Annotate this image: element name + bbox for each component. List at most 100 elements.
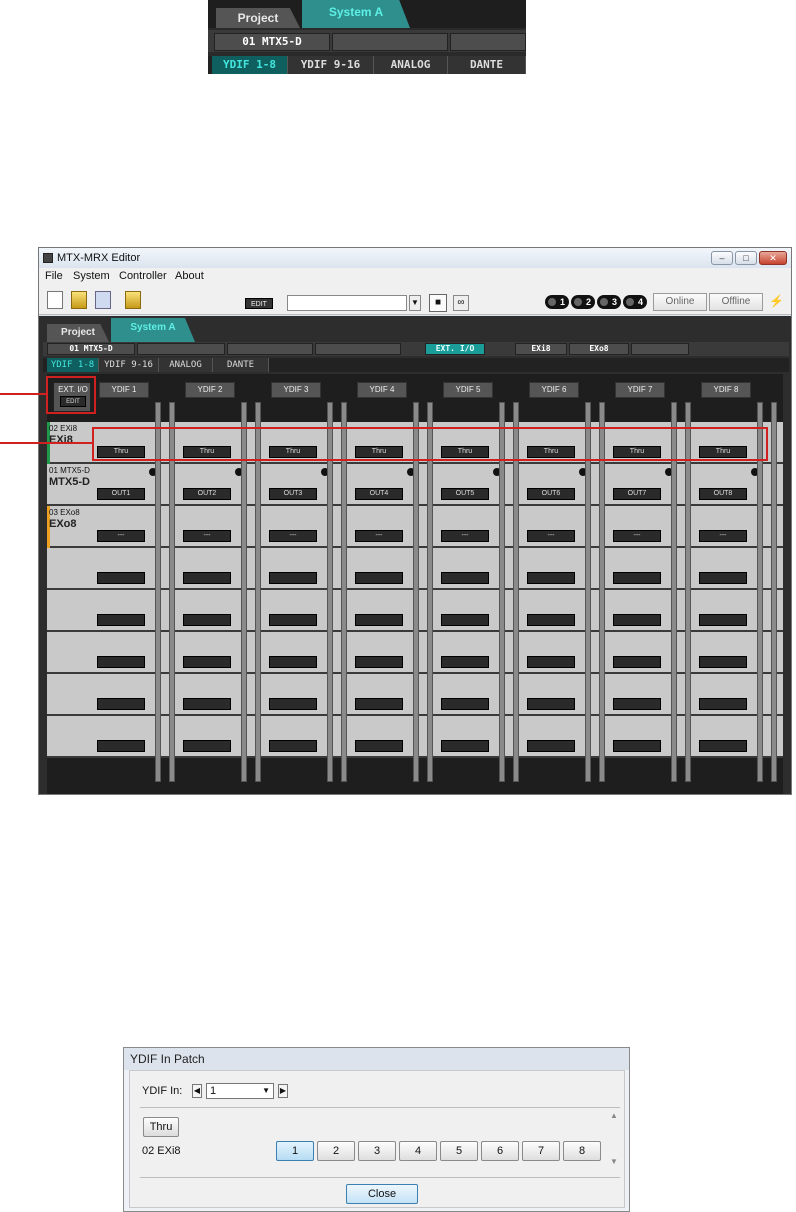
patch-button[interactable] — [97, 698, 145, 710]
device-tab-exi8[interactable]: EXi8 — [515, 343, 567, 355]
patch-button[interactable] — [699, 740, 747, 752]
camera-icon[interactable]: ■ — [429, 294, 447, 312]
device-tab-ext-io[interactable]: EXT. I/O — [425, 343, 485, 355]
patch-button[interactable] — [699, 572, 747, 584]
preset-indicator-3[interactable]: 3 — [597, 295, 621, 309]
close-dialog-button[interactable]: Close — [346, 1184, 418, 1204]
chevron-down-icon[interactable]: ▼ — [409, 295, 421, 311]
page-tab-dante[interactable]: DANTE — [448, 56, 526, 74]
patch-button[interactable] — [355, 740, 403, 752]
patch-button[interactable] — [355, 698, 403, 710]
patch-button[interactable]: OUT7 — [613, 488, 661, 500]
page-tab-ydif-9-16[interactable]: YDIF 9-16 — [288, 56, 374, 74]
patch-button[interactable]: OUT8 — [699, 488, 747, 500]
patch-button[interactable]: --- — [613, 530, 661, 542]
patch-button[interactable] — [699, 698, 747, 710]
patch-button[interactable]: OUT5 — [441, 488, 489, 500]
channel-button[interactable]: 7 — [522, 1141, 560, 1161]
patch-button[interactable]: --- — [183, 530, 231, 542]
previous-arrow-icon[interactable]: ◀ — [192, 1084, 202, 1098]
link-icon[interactable]: ∞ — [453, 295, 469, 311]
patch-button[interactable] — [441, 614, 489, 626]
patch-button[interactable] — [527, 740, 575, 752]
upload-icon[interactable] — [125, 291, 141, 309]
device-tab-empty[interactable] — [137, 343, 225, 355]
column-header-ydif[interactable]: YDIF 4 — [357, 382, 407, 398]
close-button[interactable]: ✕ — [759, 251, 787, 265]
device-tab-empty[interactable] — [450, 33, 526, 51]
device-tab-empty[interactable] — [227, 343, 313, 355]
patch-button[interactable] — [613, 656, 661, 668]
tab-project[interactable]: Project — [216, 8, 300, 28]
patch-button[interactable] — [183, 614, 231, 626]
tab-system-a[interactable]: System A — [111, 318, 195, 342]
patch-button[interactable] — [269, 572, 317, 584]
column-header-ydif[interactable]: YDIF 5 — [443, 382, 493, 398]
scroll-up-icon[interactable]: ▲ — [610, 1111, 618, 1120]
channel-button[interactable]: 4 — [399, 1141, 437, 1161]
network-setup-icon[interactable] — [95, 291, 111, 309]
menu-controller[interactable]: Controller — [119, 270, 167, 282]
channel-button[interactable]: 1 — [276, 1141, 314, 1161]
patch-button[interactable] — [97, 572, 145, 584]
menu-file[interactable]: File — [45, 270, 63, 282]
patch-button[interactable] — [355, 614, 403, 626]
offline-button[interactable]: Offline — [709, 293, 763, 311]
page-tab-ydif-9-16[interactable]: YDIF 9-16 — [99, 358, 159, 372]
column-header-ydif[interactable]: YDIF 1 — [99, 382, 149, 398]
patch-button[interactable] — [269, 698, 317, 710]
patch-button[interactable] — [269, 614, 317, 626]
ydif-in-select[interactable]: 1 ▼ — [206, 1083, 274, 1099]
device-tab-mtx5d[interactable]: 01 MTX5-D — [214, 33, 330, 51]
scroll-down-icon[interactable]: ▼ — [610, 1157, 618, 1166]
patch-button[interactable] — [355, 572, 403, 584]
preset-select[interactable] — [287, 295, 407, 311]
patch-button[interactable]: --- — [527, 530, 575, 542]
device-tab-empty[interactable] — [315, 343, 401, 355]
device-tab-empty[interactable] — [332, 33, 448, 51]
thru-button[interactable]: Thru — [143, 1117, 179, 1137]
page-tab-analog[interactable]: ANALOG — [159, 358, 213, 372]
patch-button[interactable] — [441, 698, 489, 710]
menu-about[interactable]: About — [175, 270, 204, 282]
column-header-ydif[interactable]: YDIF 2 — [185, 382, 235, 398]
device-tab-exo8[interactable]: EXo8 — [569, 343, 629, 355]
preset-indicator-1[interactable]: 1 — [545, 295, 569, 309]
patch-button[interactable] — [613, 572, 661, 584]
column-header-ydif[interactable]: YDIF 8 — [701, 382, 751, 398]
patch-button[interactable]: OUT6 — [527, 488, 575, 500]
column-header-ydif[interactable]: YDIF 6 — [529, 382, 579, 398]
tab-system-a[interactable]: System A — [302, 0, 410, 28]
channel-button[interactable]: 8 — [563, 1141, 601, 1161]
patch-button[interactable] — [183, 740, 231, 752]
tab-project[interactable]: Project — [47, 324, 109, 342]
patch-button[interactable] — [441, 656, 489, 668]
online-button[interactable]: Online — [653, 293, 707, 311]
device-tab-mtx5d[interactable]: 01 MTX5-D — [47, 343, 135, 355]
page-tab-ydif-1-8[interactable]: YDIF 1-8 — [212, 56, 288, 74]
patch-button[interactable] — [613, 698, 661, 710]
patch-button[interactable] — [527, 614, 575, 626]
patch-button[interactable]: OUT4 — [355, 488, 403, 500]
minimize-button[interactable]: – — [711, 251, 733, 265]
menu-system[interactable]: System — [73, 270, 110, 282]
patch-button[interactable]: OUT2 — [183, 488, 231, 500]
patch-button[interactable] — [97, 614, 145, 626]
channel-button[interactable]: 3 — [358, 1141, 396, 1161]
channel-button[interactable]: 5 — [440, 1141, 478, 1161]
patch-button[interactable]: --- — [441, 530, 489, 542]
patch-button[interactable] — [97, 656, 145, 668]
new-file-icon[interactable] — [47, 291, 63, 309]
patch-button[interactable]: --- — [699, 530, 747, 542]
patch-button[interactable] — [527, 572, 575, 584]
maximize-button[interactable]: □ — [735, 251, 757, 265]
patch-button[interactable] — [527, 698, 575, 710]
patch-button[interactable] — [441, 740, 489, 752]
patch-button[interactable]: --- — [269, 530, 317, 542]
next-arrow-icon[interactable]: ▶ — [278, 1084, 288, 1098]
channel-button[interactable]: 6 — [481, 1141, 519, 1161]
patch-button[interactable] — [183, 698, 231, 710]
patch-button[interactable]: OUT3 — [269, 488, 317, 500]
patch-button[interactable] — [183, 656, 231, 668]
patch-button[interactable] — [613, 614, 661, 626]
